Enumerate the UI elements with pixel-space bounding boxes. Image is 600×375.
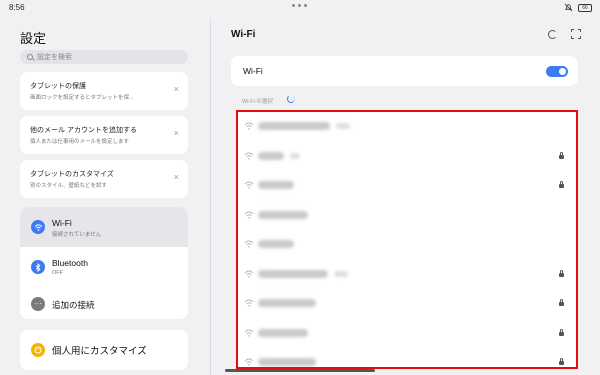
- lock-icon: [559, 299, 564, 306]
- notification-off-icon: [564, 3, 573, 12]
- sidebar-item-status: 接続されていません: [52, 232, 102, 238]
- sidebar-item-label: 追加の接続: [52, 300, 95, 310]
- sidebar-item-bluetooth[interactable]: Bluetooth OFF: [20, 247, 188, 287]
- scanning-spinner-icon: [287, 95, 295, 103]
- sidebar-item-label: Bluetooth: [52, 258, 88, 268]
- close-icon[interactable]: ×: [174, 85, 179, 94]
- wifi-network-item[interactable]: [238, 319, 575, 349]
- close-icon[interactable]: ×: [174, 173, 179, 182]
- panel-divider: [210, 18, 211, 375]
- wifi-signal-icon: [244, 152, 254, 160]
- wifi-network-item[interactable]: [238, 171, 575, 201]
- suggestion-title: タブレットの保護: [30, 83, 86, 90]
- wifi-toggle-switch[interactable]: [546, 66, 568, 77]
- network-name-redacted: [258, 151, 284, 160]
- network-name-redacted: [258, 269, 328, 278]
- network-name-redacted: [258, 328, 308, 337]
- sidebar-item-wifi[interactable]: Wi-Fi 接続されていません: [20, 207, 188, 247]
- lock-icon: [559, 181, 564, 188]
- lock-icon: [559, 358, 564, 365]
- wifi-network-item[interactable]: [238, 289, 575, 319]
- wifi-toggle-label: Wi-Fi: [243, 66, 263, 76]
- wifi-network-item[interactable]: [238, 112, 575, 142]
- search-placeholder: 設定を検索: [37, 54, 72, 61]
- lock-icon: [559, 269, 564, 277]
- wifi-signal-icon: [244, 240, 254, 248]
- wifi-signal-icon: [244, 358, 254, 366]
- network-name-redacted: [258, 210, 308, 219]
- wifi-signal-icon: [244, 181, 254, 189]
- lock-icon: [559, 151, 564, 159]
- network-name-redacted: [258, 299, 316, 307]
- palette-icon: [31, 343, 45, 357]
- wifi-network-item[interactable]: [238, 142, 575, 172]
- status-bar: 8:56 66: [0, 0, 600, 18]
- suggestion-title: タブレットのカスタマイズ: [30, 171, 114, 178]
- network-detail-redacted: [334, 270, 348, 277]
- suggestion-subtitle: 別のスタイル、壁紙などを試す: [30, 183, 108, 189]
- connections-group: Wi-Fi 接続されていません Bluetooth OFF ··· 追加の接続: [20, 207, 188, 319]
- suggestion-title: 他のメール アカウントを追加する: [30, 127, 137, 134]
- wifi-network-item[interactable]: [238, 348, 575, 367]
- home-indicator[interactable]: [225, 369, 375, 372]
- wifi-toggle-row[interactable]: Wi-Fi: [231, 56, 578, 86]
- more-icon: ···: [31, 297, 45, 311]
- suggestion-subtitle: 個人または仕事用のメールを設定します: [30, 139, 130, 145]
- lock-icon: [559, 328, 564, 336]
- network-name-redacted: [258, 358, 316, 366]
- wifi-network-item[interactable]: [238, 230, 575, 260]
- network-name-redacted: [258, 122, 330, 130]
- suggestion-card-protect[interactable]: タブレットの保護 画面ロックを設定するとタブレットを保... ×: [20, 72, 188, 110]
- wifi-signal-icon: [244, 329, 254, 337]
- wifi-signal-icon: [244, 270, 254, 278]
- close-icon[interactable]: ×: [174, 129, 179, 138]
- network-name-redacted: [258, 181, 294, 189]
- bluetooth-icon: [31, 260, 45, 274]
- network-list: [236, 110, 578, 369]
- battery-icon: 66: [578, 3, 592, 12]
- sidebar-item-personalize[interactable]: 個人用にカスタマイズ: [20, 330, 188, 370]
- wifi-network-item[interactable]: [238, 260, 575, 290]
- multitask-dots-icon[interactable]: [292, 4, 307, 7]
- settings-search-input[interactable]: 設定を検索: [20, 50, 188, 64]
- wifi-signal-icon: [244, 211, 254, 219]
- status-time: 8:56: [9, 3, 25, 12]
- suggestion-subtitle: 画面ロックを設定するとタブレットを保...: [30, 95, 134, 101]
- suggestion-card-customize[interactable]: タブレットのカスタマイズ 別のスタイル、壁紙などを試す ×: [20, 160, 188, 198]
- network-detail-redacted: [290, 152, 300, 159]
- qr-scan-icon[interactable]: [571, 29, 581, 39]
- sidebar-item-more-connections[interactable]: ··· 追加の接続: [20, 287, 188, 319]
- network-select-label: Wi-Fi の選択: [242, 99, 273, 105]
- settings-title: 設定: [20, 31, 47, 46]
- sidebar-item-label: 個人用にカスタマイズ: [52, 346, 147, 357]
- wifi-signal-icon: [244, 122, 254, 130]
- sidebar-item-label: Wi-Fi: [52, 218, 72, 228]
- network-name-redacted: [258, 240, 294, 248]
- sidebar-item-status: OFF: [52, 270, 63, 276]
- wifi-signal-icon: [244, 299, 254, 307]
- page-title: Wi-Fi: [231, 29, 256, 40]
- suggestion-card-email[interactable]: 他のメール アカウントを追加する 個人または仕事用のメールを設定します ×: [20, 116, 188, 154]
- wifi-icon: [31, 220, 45, 234]
- refresh-icon[interactable]: [548, 30, 557, 39]
- search-icon: [27, 54, 33, 60]
- network-detail-redacted: [336, 123, 350, 129]
- wifi-network-item[interactable]: [238, 201, 575, 231]
- settings-sidebar: 設定 設定を検索 タブレットの保護 画面ロックを設定するとタブレットを保... …: [0, 18, 210, 375]
